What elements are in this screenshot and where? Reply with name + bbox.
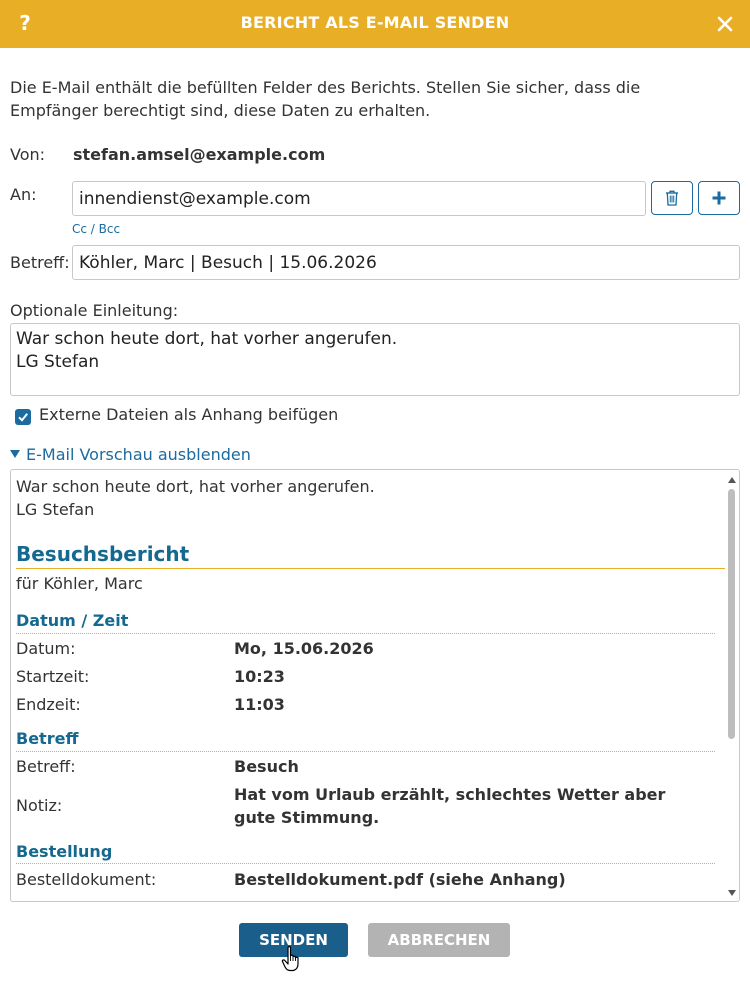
preview-subheading: für Köhler, Marc: [16, 574, 143, 593]
field-value: Mo, 15.06.2026: [234, 639, 374, 658]
info-text: Die E-Mail enthält die befüllten Felder …: [10, 78, 641, 120]
intro-label: Optionale Einleitung:: [10, 301, 179, 320]
field-key: Notiz:: [16, 796, 63, 815]
preview-heading: Besuchsbericht: [16, 542, 190, 566]
add-recipient-button[interactable]: [698, 181, 740, 215]
field-value: Besuch: [234, 757, 299, 776]
subject-input[interactable]: [72, 245, 740, 280]
field-key: Bestelldokument:: [16, 870, 157, 889]
checkmark-icon: [18, 413, 28, 422]
dialog-titlebar: ? BERICHT ALS E-MAIL SENDEN: [0, 0, 750, 48]
hand-cursor-icon: [281, 945, 303, 977]
trash-icon: [666, 190, 678, 206]
field-key: Startzeit:: [16, 667, 90, 686]
field-value: Hat vom Urlaub erzählt, schlechtes Wette…: [234, 785, 666, 827]
field-value: 10:23: [234, 667, 285, 686]
section-divider: [16, 751, 715, 752]
email-preview[interactable]: War schon heute dort, hat vorher angeruf…: [10, 469, 740, 902]
section-divider: [16, 863, 715, 864]
attach-files-checkbox[interactable]: [15, 409, 31, 425]
preview-scrollbar[interactable]: [726, 471, 738, 901]
from-label: Von:: [10, 145, 46, 164]
section-title: Bestellung: [16, 842, 113, 861]
plus-icon: [712, 191, 726, 205]
preview-intro-line: War schon heute dort, hat vorher angeruf…: [16, 477, 375, 496]
close-icon[interactable]: [714, 13, 736, 35]
scroll-up-arrow-icon[interactable]: [728, 477, 736, 483]
triangle-down-icon: [10, 450, 20, 458]
heading-divider: [16, 568, 725, 569]
scroll-down-arrow-icon[interactable]: [728, 890, 736, 896]
to-input[interactable]: [72, 181, 646, 216]
subject-label: Betreff:: [10, 253, 70, 272]
cc-bcc-link[interactable]: Cc / Bcc: [72, 222, 120, 236]
dialog-title: BERICHT ALS E-MAIL SENDEN: [240, 13, 510, 32]
attach-files-label: Externe Dateien als Anhang beifügen: [39, 405, 339, 424]
delete-recipient-button[interactable]: [651, 181, 693, 215]
from-value: stefan.amsel@example.com: [73, 145, 326, 164]
field-key: Betreff:: [16, 757, 76, 776]
intro-textarea[interactable]: War schon heute dort, hat vorher angeruf…: [10, 323, 740, 396]
preview-toggle-link[interactable]: E-Mail Vorschau ausblenden: [10, 445, 251, 464]
section-title: Datum / Zeit: [16, 611, 129, 630]
preview-intro-line: LG Stefan: [16, 500, 95, 519]
scrollbar-thumb[interactable]: [728, 489, 735, 739]
field-key: Endzeit:: [16, 695, 81, 714]
section-title: Betreff: [16, 729, 79, 748]
section-divider: [16, 633, 715, 634]
to-label: An:: [10, 185, 37, 204]
field-value: 11:03: [234, 695, 285, 714]
field-value: Bestelldokument.pdf (siehe Anhang): [234, 870, 566, 889]
field-key: Datum:: [16, 639, 76, 658]
preview-toggle-label: E-Mail Vorschau ausblenden: [26, 445, 251, 464]
cancel-button[interactable]: ABBRECHEN: [368, 923, 510, 957]
